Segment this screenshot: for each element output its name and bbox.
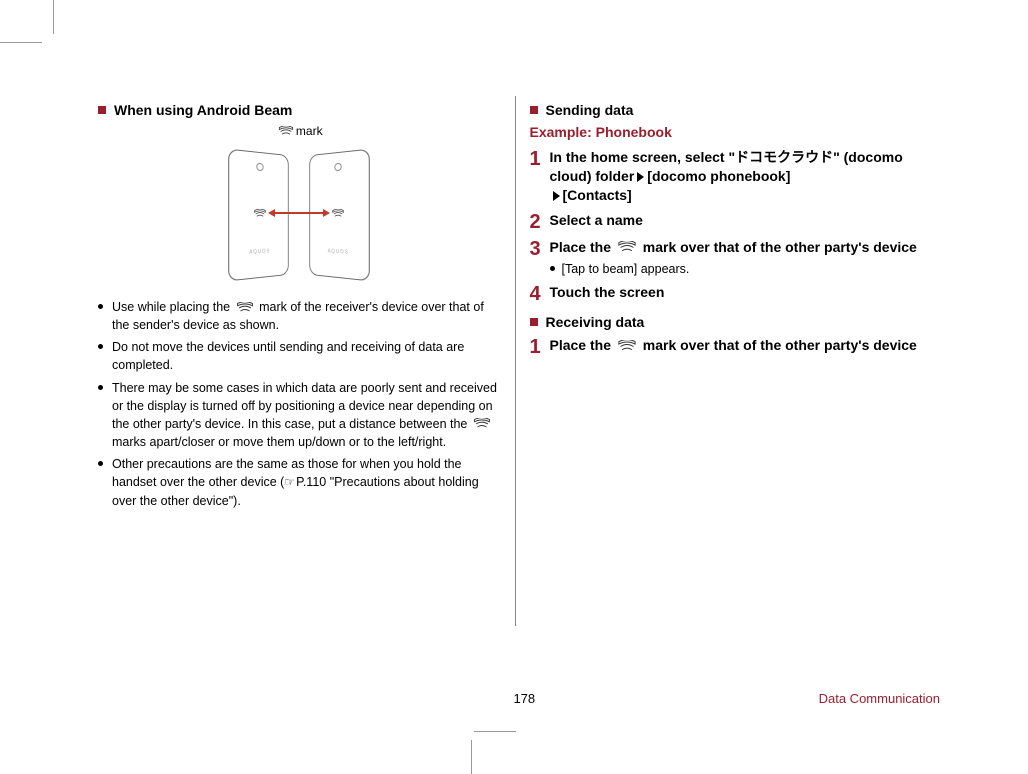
list-item: [Tap to beam] appears. [550, 261, 917, 278]
list-item: Use while placing the mark of the receiv… [98, 298, 501, 334]
nfc-mark-icon [617, 241, 637, 254]
step-number: 3 [530, 239, 550, 259]
nfc-mark-icon [254, 209, 267, 219]
step-number: 2 [530, 212, 550, 232]
step-2: 2 Select a name [530, 211, 933, 232]
list-item: There may be some cases in which data ar… [98, 379, 501, 452]
page-content: When using Android Beam mark AQUOS AQUO [90, 96, 940, 684]
column-divider [515, 96, 516, 626]
square-bullet-icon [530, 318, 538, 326]
heading-text: When using Android Beam [114, 102, 292, 118]
nfc-mark-icon [278, 126, 294, 137]
list-item: Do not move the devices until sending an… [98, 338, 501, 374]
nfc-mark-icon [617, 340, 637, 353]
example-label: Example: Phonebook [530, 124, 933, 140]
sending-steps: 1 In the home screen, select "ドコモクラウド" (… [530, 148, 933, 304]
nfc-mark-icon [473, 418, 491, 430]
heading-text: Receiving data [546, 314, 645, 330]
section-heading-receiving: Receiving data [530, 314, 933, 330]
phones-illustration: AQUOS AQUOS [219, 140, 379, 290]
square-bullet-icon [98, 106, 106, 114]
double-arrow-icon [274, 212, 324, 214]
nfc-mark-icon [236, 302, 254, 314]
phone-right: AQUOS [310, 149, 370, 282]
step-number: 1 [530, 149, 550, 169]
chapter-name: Data Communication [819, 691, 940, 706]
crop-mark [0, 42, 42, 43]
step-4: 4 Touch the screen [530, 283, 933, 304]
right-column: Sending data Example: Phonebook 1 In the… [522, 96, 941, 626]
step-3: 3 Place the mark over that of the other … [530, 238, 933, 278]
page-number: 178 [90, 691, 819, 706]
page-footer: 178 Data Communication [90, 691, 940, 706]
step-number: 1 [530, 337, 550, 357]
receiving-steps: 1 Place the mark over that of the other … [530, 336, 933, 357]
section-heading-sending: Sending data [530, 102, 933, 118]
section-heading-android-beam: When using Android Beam [98, 102, 501, 118]
step-1: 1 In the home screen, select "ドコモクラウド" (… [530, 148, 933, 205]
crop-mark [471, 740, 472, 774]
mark-label: mark [296, 124, 323, 138]
nfc-mark-icon [332, 209, 345, 219]
step-1: 1 Place the mark over that of the other … [530, 336, 933, 357]
square-bullet-icon [530, 106, 538, 114]
crop-mark [53, 0, 54, 34]
phone-left: AQUOS [228, 149, 288, 282]
step-number: 4 [530, 284, 550, 304]
crop-mark [474, 731, 516, 732]
left-column: When using Android Beam mark AQUOS AQUO [90, 96, 509, 626]
heading-text: Sending data [546, 102, 634, 118]
reference-icon: ☞ [284, 474, 295, 491]
precautions-list: Use while placing the mark of the receiv… [98, 298, 501, 510]
triangle-right-icon [553, 191, 560, 201]
list-item: Other precautions are the same as those … [98, 455, 501, 510]
phones-figure: mark AQUOS AQUOS [98, 124, 501, 290]
triangle-right-icon [637, 172, 644, 182]
